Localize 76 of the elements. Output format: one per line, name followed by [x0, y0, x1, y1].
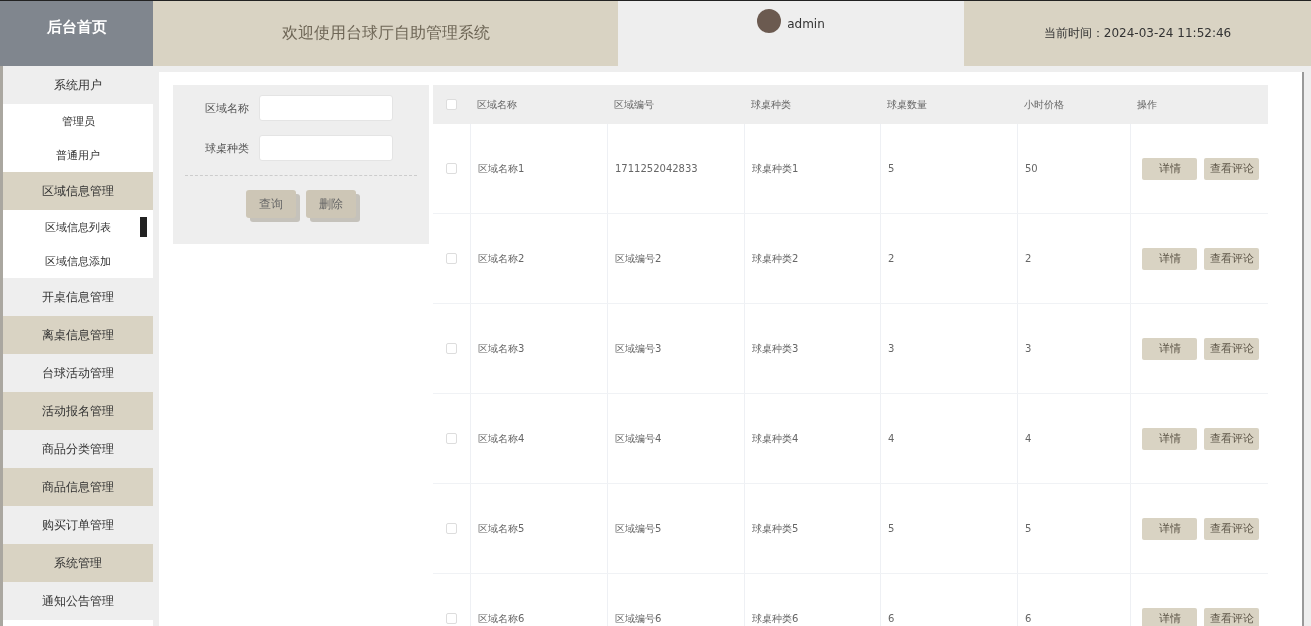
table-cell: 区域名称4 — [470, 394, 607, 483]
table-cell: 1711252042833 — [607, 124, 744, 213]
reviews-button[interactable]: 查看评论 — [1204, 247, 1259, 270]
table-cell: 球桌种类4 — [744, 394, 880, 483]
table-cell: 区域名称5 — [470, 484, 607, 573]
sidebar-group[interactable]: 购买订单管理 — [3, 506, 153, 544]
checkbox[interactable] — [446, 163, 457, 174]
table-cell: 50 — [1017, 124, 1130, 213]
sidebar-group[interactable]: 台球活动管理 — [3, 354, 153, 392]
field-label: 球桌种类 — [204, 140, 249, 156]
details-button[interactable]: 详情 — [1142, 427, 1197, 450]
details-button[interactable]: 详情 — [1142, 247, 1197, 270]
checkbox[interactable] — [446, 433, 457, 444]
home-link[interactable]: 后台首页 — [0, 1, 153, 66]
column-header: 区域编号 — [613, 97, 655, 112]
active-marker — [140, 217, 147, 237]
table-cell: 区域编号5 — [607, 484, 744, 573]
details-button[interactable]: 详情 — [1142, 517, 1197, 540]
table-cell: 区域编号2 — [607, 214, 744, 303]
table-cell: 区域名称6 — [470, 574, 607, 626]
table-cell: 球桌种类3 — [744, 304, 880, 393]
table-cell: 区域名称1 — [470, 124, 607, 213]
checkbox[interactable] — [446, 613, 457, 624]
table-cell: 区域编号3 — [607, 304, 744, 393]
reviews-button[interactable]: 查看评论 — [1204, 157, 1259, 180]
table-cell: 5 — [1017, 484, 1130, 573]
table-cell: 5 — [880, 484, 1017, 573]
table-cell: 2 — [1017, 214, 1130, 303]
column-header: 小时价格 — [1023, 97, 1065, 112]
table-cell: 5 — [880, 124, 1017, 213]
column-header: 球桌数量 — [886, 97, 928, 112]
table-cell: 6 — [1017, 574, 1130, 626]
table-cell: 球桌种类6 — [744, 574, 880, 626]
input-field[interactable] — [259, 95, 393, 121]
column-header: 区域名称 — [476, 97, 518, 112]
table-cell: 球桌种类2 — [744, 214, 880, 303]
sidebar-group[interactable]: 商品分类管理 — [3, 430, 153, 468]
column-header: 操作 — [1136, 97, 1158, 112]
reviews-button[interactable]: 查看评论 — [1204, 337, 1259, 360]
table-cell: 6 — [880, 574, 1017, 626]
checkbox[interactable] — [446, 343, 457, 354]
table-cell: 区域编号4 — [607, 394, 744, 483]
sidebar-group[interactable]: 系统用户 — [3, 66, 153, 104]
table-cell: 区域名称3 — [470, 304, 607, 393]
table-cell: 区域名称2 — [470, 214, 607, 303]
sidebar-group[interactable]: 活动报名管理 — [3, 392, 153, 430]
checkbox[interactable] — [446, 523, 457, 534]
column-header: 球桌种类 — [750, 97, 792, 112]
checkbox[interactable] — [446, 99, 457, 110]
table-cell: 3 — [880, 304, 1017, 393]
table-cell: 区域编号6 — [607, 574, 744, 626]
avatar-icon — [757, 9, 782, 33]
sidebar-group[interactable]: 开桌信息管理 — [3, 278, 153, 316]
details-button[interactable]: 详情 — [1142, 337, 1197, 360]
current-time: 当前时间：2024-03-24 11:52:46 — [964, 1, 1311, 66]
details-button[interactable]: 详情 — [1142, 157, 1197, 180]
sidebar-group[interactable]: 商品信息管理 — [3, 468, 153, 506]
system-title: 欢迎使用台球厅自助管理系统 — [153, 1, 618, 66]
table-cell: 2 — [880, 214, 1017, 303]
reviews-button[interactable]: 查看评论 — [1204, 427, 1259, 450]
sidebar-group[interactable]: 系统管理 — [3, 544, 153, 582]
input-field[interactable] — [259, 135, 393, 161]
table-cell: 球桌种类1 — [744, 124, 880, 213]
sidebar-group[interactable]: 离桌信息管理 — [3, 316, 153, 354]
reviews-button[interactable]: 查看评论 — [1204, 517, 1259, 540]
table-cell: 4 — [880, 394, 1017, 483]
table-cell: 3 — [1017, 304, 1130, 393]
checkbox[interactable] — [446, 253, 457, 264]
sidebar-group[interactable]: 区域信息管理 — [3, 172, 153, 210]
user-name: admin — [787, 17, 825, 31]
details-button[interactable]: 详情 — [1142, 607, 1197, 626]
sidebar-group[interactable]: 通知公告管理 — [3, 582, 153, 620]
table-cell: 4 — [1017, 394, 1130, 483]
field-label: 区域名称 — [204, 100, 249, 116]
reviews-button[interactable]: 查看评论 — [1204, 607, 1259, 626]
table-cell: 球桌种类5 — [744, 484, 880, 573]
